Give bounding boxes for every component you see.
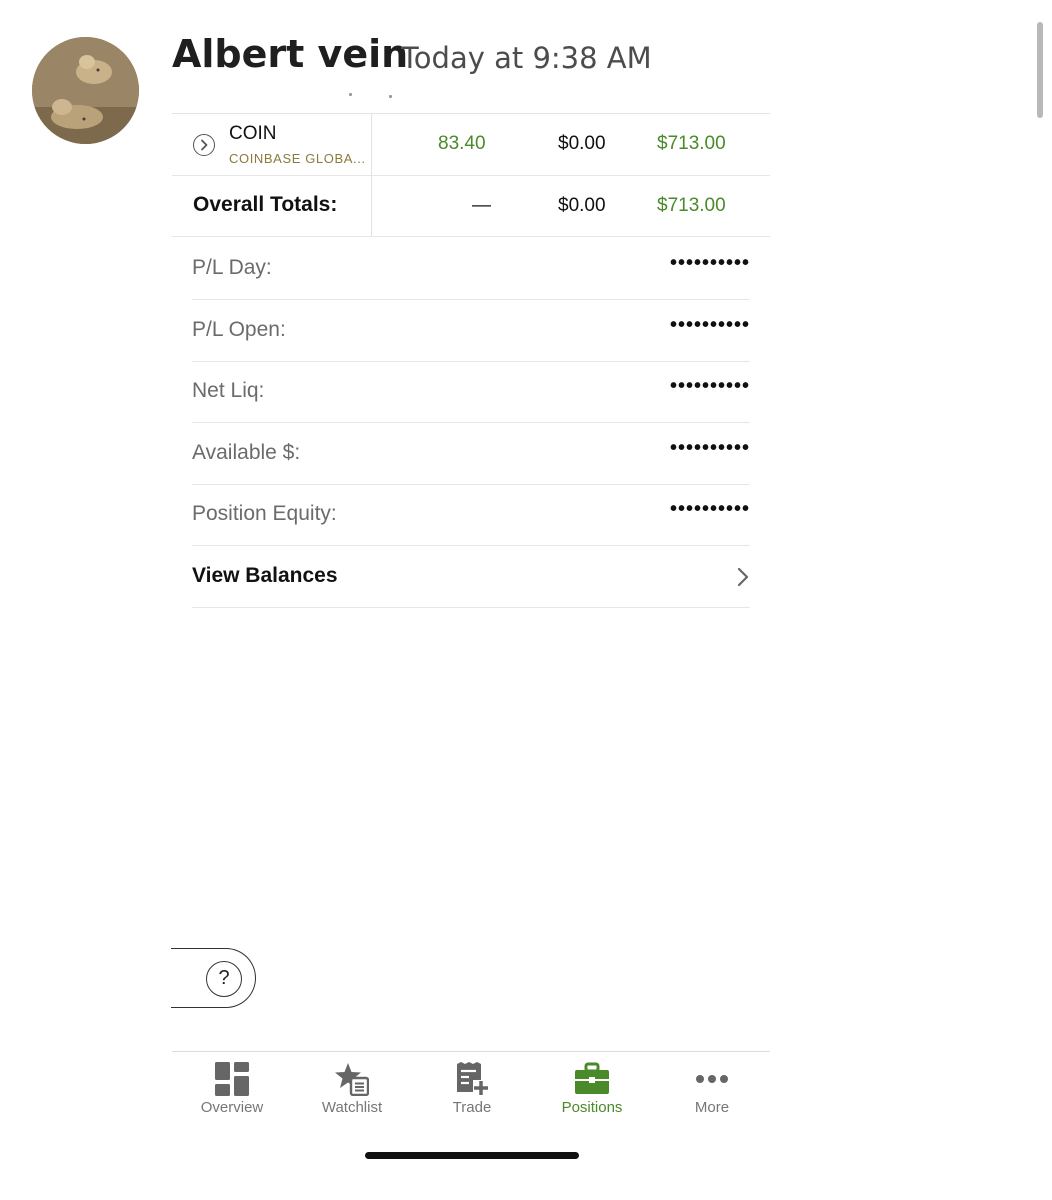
- expand-row-icon[interactable]: [193, 134, 215, 156]
- row-divider: [172, 236, 770, 237]
- avatar-photo: [32, 37, 139, 144]
- totals-price: —: [472, 195, 491, 216]
- balance-value-masked[interactable]: ••••••••••: [670, 375, 750, 398]
- tab-label: Overview: [200, 1099, 264, 1116]
- positions-table: COIN COINBASE GLOBA... 83.40 $0.00 $713.…: [172, 113, 770, 237]
- balance-label: Net Liq:: [192, 379, 265, 402]
- balance-label: P/L Day:: [192, 256, 272, 279]
- briefcase-icon: [575, 1062, 609, 1094]
- balance-row-pl-day: P/L Day: ••••••••••: [192, 238, 750, 300]
- tab-overview[interactable]: Overview: [172, 1052, 292, 1124]
- row-divider: [172, 175, 770, 176]
- scrollbar-thumb[interactable]: [1037, 22, 1043, 118]
- tab-positions[interactable]: Positions: [532, 1052, 652, 1124]
- home-indicator[interactable]: [365, 1152, 579, 1159]
- message-timestamp: Today at 9:38 AM: [401, 41, 652, 75]
- balance-value-masked[interactable]: ••••••••••: [670, 437, 750, 460]
- balance-row-pl-open: P/L Open: ••••••••••: [192, 300, 750, 362]
- tab-label: Trade: [452, 1099, 492, 1116]
- question-icon: ?: [206, 961, 242, 997]
- tab-label: Positions: [561, 1099, 623, 1116]
- tab-label: Watchlist: [321, 1099, 383, 1116]
- tab-trade[interactable]: Trade: [412, 1052, 532, 1124]
- balance-value-masked[interactable]: ••••••••••: [670, 498, 750, 521]
- balance-label: Available $:: [192, 441, 301, 464]
- tab-label: More: [694, 1099, 730, 1116]
- balance-label: Position Equity:: [192, 502, 337, 525]
- message-author[interactable]: Albert vein: [172, 32, 408, 76]
- trade-ticket-icon: [457, 1062, 488, 1095]
- balance-label: P/L Open:: [192, 318, 286, 341]
- cropped-text-remnant: [345, 93, 405, 99]
- chevron-right-icon: [737, 567, 749, 587]
- tab-more[interactable]: More: [652, 1052, 772, 1124]
- position-pl-open: $713.00: [657, 133, 726, 154]
- position-pl-day: $0.00: [558, 133, 606, 154]
- totals-label: Overall Totals:: [193, 193, 338, 216]
- avatar[interactable]: [32, 37, 139, 144]
- watchlist-star-icon: [335, 1063, 369, 1096]
- position-company-name: COINBASE GLOBA...: [229, 151, 366, 166]
- view-balances-label: View Balances: [192, 564, 338, 587]
- overview-icon: [215, 1062, 249, 1096]
- balance-row-available: Available $: ••••••••••: [192, 423, 750, 485]
- bottom-tab-bar: Overview Watchlist Trade Positions More: [172, 1051, 770, 1123]
- position-price: 83.40: [438, 133, 486, 154]
- position-symbol: COIN: [229, 123, 277, 144]
- help-button[interactable]: ?: [171, 948, 256, 1008]
- balance-row-position-equity: Position Equity: ••••••••••: [192, 484, 750, 546]
- totals-pl-day: $0.00: [558, 195, 606, 216]
- balance-row-net-liq: Net Liq: ••••••••••: [192, 361, 750, 423]
- balance-value-masked[interactable]: ••••••••••: [670, 314, 750, 337]
- totals-pl-open: $713.00: [657, 195, 726, 216]
- view-balances-button[interactable]: View Balances: [192, 546, 750, 608]
- tab-watchlist[interactable]: Watchlist: [292, 1052, 412, 1124]
- balance-value-masked[interactable]: ••••••••••: [670, 252, 750, 275]
- more-dots-icon: [696, 1075, 728, 1083]
